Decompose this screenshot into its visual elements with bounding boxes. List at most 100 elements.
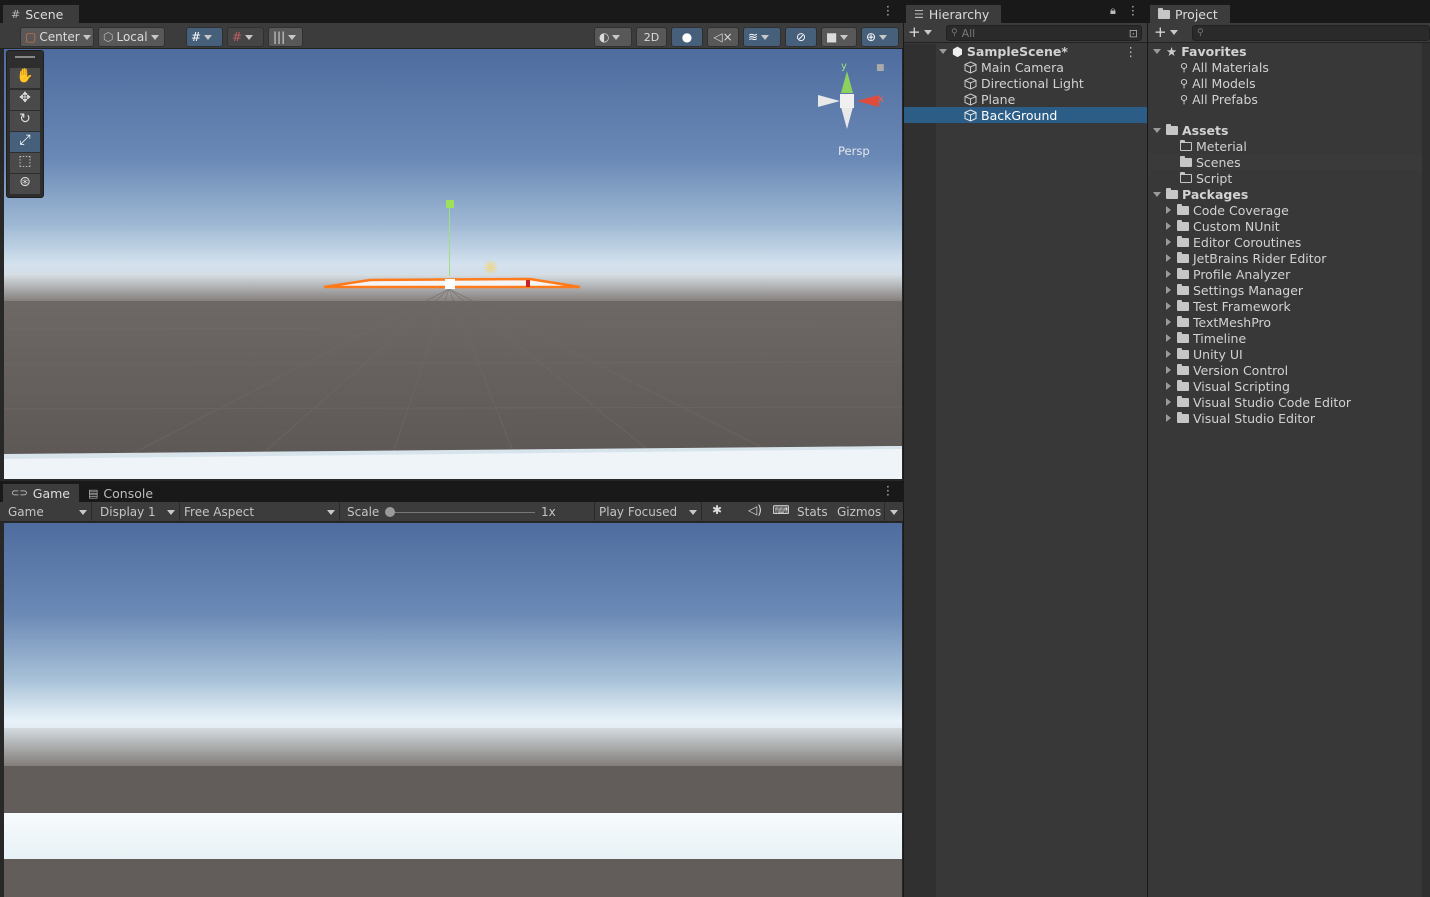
space-local-dropdown[interactable]: ⬡ Local: [98, 27, 165, 47]
tab-console[interactable]: ▤ Console: [80, 483, 160, 502]
scale-tool-button[interactable]: ⤢: [10, 132, 40, 152]
search-filter-icon[interactable]: ⊡: [1129, 27, 1138, 40]
package-item[interactable]: Editor Coroutines: [1166, 234, 1301, 250]
project-scrollbar[interactable]: [1422, 43, 1430, 897]
gizmos-dropdown[interactable]: ⊕: [861, 27, 899, 47]
gizmos-dropdown-arrow[interactable]: [884, 502, 902, 522]
expand-arrow-icon[interactable]: [1153, 127, 1161, 133]
lighting-toggle-button[interactable]: ●: [671, 27, 703, 47]
scale-slider-thumb[interactable]: [385, 507, 395, 517]
tab-project[interactable]: Project: [1150, 4, 1230, 23]
gizmo-lock-icon[interactable]: ■: [876, 63, 885, 73]
collapse-arrow-icon[interactable]: [1166, 382, 1171, 390]
debug-button[interactable]: ✱: [706, 503, 728, 521]
collapse-arrow-icon[interactable]: [1166, 254, 1171, 262]
tab-game[interactable]: ⊂⊃ Game: [3, 483, 79, 502]
collapse-arrow-icon[interactable]: [1166, 414, 1171, 422]
favorites-item-all-prefabs[interactable]: ⚲ All Prefabs: [1180, 91, 1258, 107]
package-item[interactable]: Version Control: [1166, 362, 1288, 378]
directional-light-icon[interactable]: ✺: [483, 259, 507, 279]
hand-tool-button[interactable]: ✋: [10, 68, 40, 88]
camera-settings-dropdown[interactable]: ■: [821, 27, 857, 47]
package-item[interactable]: Profile Analyzer: [1166, 266, 1290, 282]
expand-arrow-icon[interactable]: [939, 48, 947, 54]
favorites-item-all-materials[interactable]: ⚲ All Materials: [1180, 59, 1269, 75]
game-more-icon[interactable]: · · ·: [886, 481, 890, 501]
hierarchy-item-main-camera[interactable]: Main Camera: [904, 59, 1147, 75]
package-item[interactable]: JetBrains Rider Editor: [1166, 250, 1326, 266]
package-item[interactable]: TextMeshPro: [1166, 314, 1271, 330]
hierarchy-item-plane[interactable]: Plane: [904, 91, 1147, 107]
rect-tool-button[interactable]: ⬚: [10, 153, 40, 173]
collapse-arrow-icon[interactable]: [1166, 222, 1171, 230]
collapse-arrow-icon[interactable]: [1166, 366, 1171, 374]
game-viewport[interactable]: [4, 523, 902, 897]
scene-more-icon[interactable]: · · ·: [886, 1, 890, 21]
selected-object-outline[interactable]: [320, 273, 585, 293]
gizmo-neg-y-cone[interactable]: [841, 107, 853, 129]
collapse-arrow-icon[interactable]: [1166, 398, 1171, 406]
assets-item-script[interactable]: Script: [1180, 170, 1232, 186]
package-item[interactable]: Timeline: [1166, 330, 1246, 346]
play-mode-dropdown[interactable]: Play Focused: [594, 502, 702, 522]
hierarchy-search-input[interactable]: ⚲ All ⊡: [946, 25, 1142, 41]
collapse-arrow-icon[interactable]: [1166, 286, 1171, 294]
display-dropdown[interactable]: Display 1: [96, 502, 180, 522]
assets-item-scenes[interactable]: Scenes: [1148, 154, 1422, 170]
package-item[interactable]: Visual Scripting: [1166, 378, 1290, 394]
gizmos-toggle-button[interactable]: Gizmos: [837, 505, 881, 519]
collapse-arrow-icon[interactable]: [1166, 270, 1171, 278]
grid-snap-button[interactable]: #: [186, 27, 223, 47]
tab-scene[interactable]: # Scene: [3, 4, 79, 23]
collapse-arrow-icon[interactable]: [1166, 302, 1171, 310]
grid-visibility-button[interactable]: |||: [268, 27, 303, 47]
mute-audio-button[interactable]: ◁): [744, 503, 766, 521]
collapse-arrow-icon[interactable]: [1166, 350, 1171, 358]
scene-more-icon[interactable]: ⋮: [1125, 44, 1138, 59]
scale-slider-track[interactable]: [390, 512, 535, 513]
move-handle-y-cap[interactable]: [446, 200, 454, 208]
tab-hierarchy[interactable]: ☰ Hierarchy: [906, 4, 1001, 23]
add-object-button[interactable]: +: [908, 23, 932, 41]
project-search-input[interactable]: ⚲: [1192, 25, 1430, 41]
pivot-center-dropdown[interactable]: ▢ Center: [20, 27, 94, 47]
rotate-tool-button[interactable]: ↻: [10, 111, 40, 131]
hidden-objects-button[interactable]: ⊘: [785, 27, 817, 47]
favorites-item-all-models[interactable]: ⚲ All Models: [1180, 75, 1256, 91]
packages-header[interactable]: Packages: [1148, 186, 1248, 202]
create-asset-button[interactable]: +: [1154, 23, 1178, 41]
toggle-2d-button[interactable]: 2D: [636, 27, 667, 47]
package-item[interactable]: Settings Manager: [1166, 282, 1303, 298]
stats-button[interactable]: Stats: [797, 505, 828, 519]
collapse-arrow-icon[interactable]: [1166, 318, 1171, 326]
orientation-gizmo[interactable]: y x ■ Persp: [814, 59, 889, 158]
collapse-arrow-icon[interactable]: [1166, 206, 1171, 214]
scene-viewport[interactable]: ✺ ✋ ✥ ↻ ⤢ ⬚ ⊛ y x ■ Persp: [4, 49, 902, 479]
package-item[interactable]: Code Coverage: [1166, 202, 1289, 218]
audio-toggle-button[interactable]: ◁×: [707, 27, 739, 47]
drag-handle-icon[interactable]: [15, 56, 35, 58]
draw-mode-dropdown[interactable]: ◐: [594, 27, 632, 47]
move-tool-button[interactable]: ✥: [10, 90, 40, 110]
package-item[interactable]: Visual Studio Code Editor: [1166, 394, 1351, 410]
move-handle-y-axis[interactable]: [449, 206, 450, 276]
hierarchy-more-icon[interactable]: · · ·: [1131, 1, 1135, 21]
package-item[interactable]: Visual Studio Editor: [1166, 410, 1315, 426]
expand-arrow-icon[interactable]: [1153, 191, 1161, 197]
package-item[interactable]: Custom NUnit: [1166, 218, 1280, 234]
gizmo-center-cube[interactable]: [840, 94, 854, 108]
hierarchy-item-directional-light[interactable]: Directional Light: [904, 75, 1147, 91]
hierarchy-item-background[interactable]: BackGround: [904, 107, 1147, 123]
aspect-dropdown[interactable]: Free Aspect: [180, 502, 340, 522]
increment-snap-button[interactable]: #: [227, 27, 264, 47]
assets-header[interactable]: Assets: [1148, 122, 1228, 138]
expand-arrow-icon[interactable]: [1153, 48, 1161, 54]
hierarchy-scene-row[interactable]: ⬢ SampleScene* ⋮: [904, 43, 1147, 59]
keyboard-shortcuts-button[interactable]: ⌨: [770, 503, 792, 521]
assets-item-meterial[interactable]: Meterial: [1180, 138, 1247, 154]
package-item[interactable]: Test Framework: [1166, 298, 1291, 314]
gizmo-x-cone[interactable]: [857, 95, 879, 107]
game-view-dropdown[interactable]: Game: [4, 502, 92, 522]
package-item[interactable]: Unity UI: [1166, 346, 1243, 362]
collapse-arrow-icon[interactable]: [1166, 334, 1171, 342]
